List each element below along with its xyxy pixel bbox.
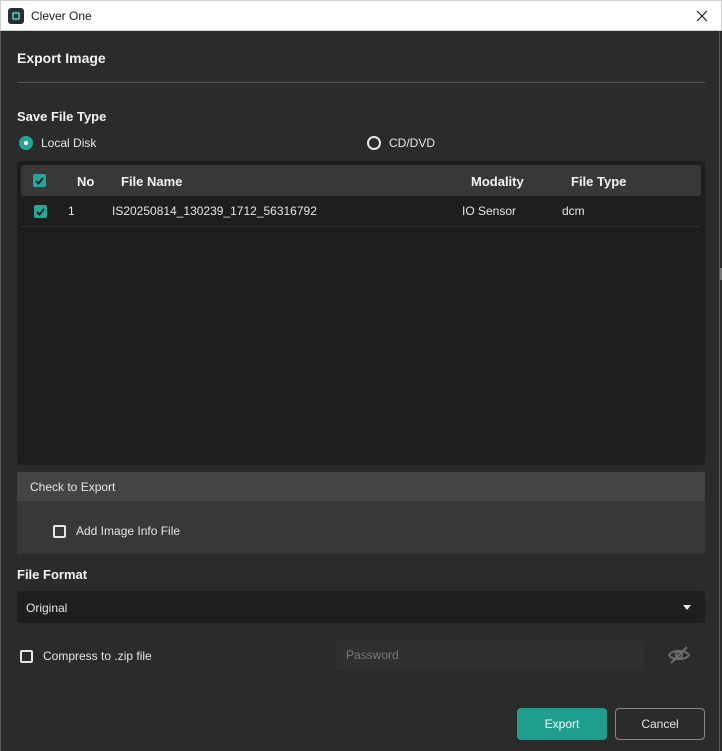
cell-modality: IO Sensor [462, 204, 517, 218]
cell-file-name: IS20250814_130239_1712_56316792 [112, 204, 317, 218]
column-header-file-name[interactable]: File Name [121, 174, 182, 189]
file-table: No File Name Modality File Type 1 IS2025… [17, 161, 705, 465]
cell-no: 1 [68, 204, 75, 218]
column-header-modality[interactable]: Modality [471, 174, 524, 189]
window-titlebar: Clever One [0, 0, 722, 31]
radio-selected-icon [19, 136, 33, 150]
row-checkbox[interactable] [34, 205, 47, 218]
password-input[interactable] [336, 640, 644, 670]
column-header-no[interactable]: No [77, 174, 94, 189]
radio-local-disk[interactable]: Local Disk [19, 136, 96, 150]
caret-down-icon [683, 605, 691, 610]
compress-zip-checkbox[interactable]: Compress to .zip file [20, 649, 152, 663]
check-icon [36, 207, 45, 216]
radio-local-disk-label: Local Disk [41, 136, 97, 150]
file-format-value: Original [26, 601, 68, 615]
cell-file-type: dcm [562, 204, 585, 218]
file-format-select[interactable]: Original [17, 591, 705, 623]
close-icon[interactable] [691, 5, 713, 27]
file-format-label: File Format [17, 567, 88, 582]
check-icon [35, 176, 44, 185]
add-image-info-label: Add Image Info File [76, 524, 181, 538]
eye-off-icon[interactable] [667, 643, 691, 667]
add-image-info-checkbox[interactable]: Add Image Info File [53, 524, 180, 538]
window-title: Clever One [31, 9, 92, 23]
export-dialog: Export Image Save File Type Local Disk C… [0, 31, 720, 751]
save-file-type-label: Save File Type [17, 109, 107, 124]
export-button[interactable]: Export [517, 708, 607, 740]
check-to-export-title: Check to Export [30, 479, 116, 494]
checkbox-box [20, 649, 33, 663]
radio-cd-dvd[interactable]: CD/DVD [367, 136, 435, 150]
check-to-export-header: Check to Export [17, 472, 705, 501]
app-logo-icon [8, 8, 24, 24]
title-divider [17, 82, 705, 83]
column-header-file-type[interactable]: File Type [571, 174, 626, 189]
radio-unselected-icon [367, 136, 381, 150]
table-row[interactable]: 1 IS20250814_130239_1712_56316792 IO Sen… [21, 197, 701, 227]
select-all-checkbox[interactable] [33, 174, 46, 187]
check-to-export-panel: Add Image Info File [17, 501, 705, 554]
table-header: No File Name Modality File Type [21, 165, 701, 196]
dialog-title: Export Image [17, 50, 106, 66]
compress-zip-label: Compress to .zip file [43, 649, 152, 663]
radio-cd-dvd-label: CD/DVD [389, 136, 436, 150]
checkbox-box [53, 524, 66, 538]
cancel-button[interactable]: Cancel [615, 708, 705, 740]
